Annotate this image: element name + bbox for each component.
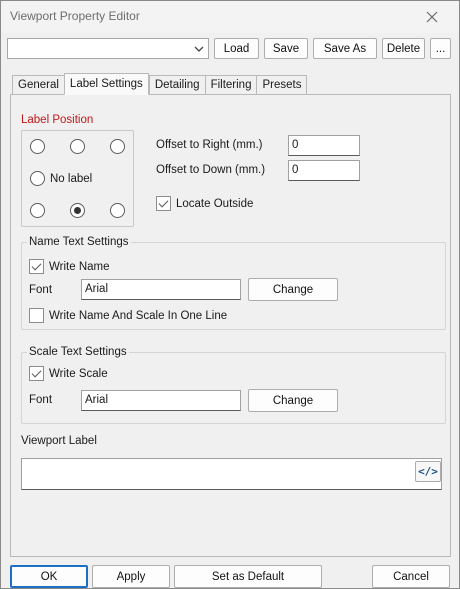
viewport-label-title: Viewport Label — [21, 435, 97, 447]
position-no-label-radio[interactable] — [30, 171, 45, 186]
tab-presets[interactable]: Presets — [256, 75, 308, 95]
tab-label-settings[interactable]: Label Settings — [63, 73, 149, 95]
tab-detailing[interactable]: Detailing — [148, 75, 205, 95]
chevron-down-icon — [194, 46, 204, 52]
close-icon — [426, 11, 438, 23]
apply-button[interactable]: Apply — [92, 565, 170, 588]
scale-font-label: Font — [29, 394, 53, 406]
scale-text-title: Scale Text Settings — [27, 346, 129, 358]
write-scale-checkbox[interactable] — [29, 366, 44, 381]
scale-font-change-button[interactable]: Change — [248, 389, 338, 412]
close-button[interactable] — [413, 4, 451, 30]
delete-button[interactable]: Delete — [382, 38, 425, 59]
name-text-title: Name Text Settings — [27, 236, 131, 248]
title-bar: Viewport Property Editor — [1, 1, 459, 33]
cancel-button[interactable]: Cancel — [372, 565, 450, 588]
position-bottom-left-radio[interactable] — [30, 203, 45, 218]
preset-dropdown[interactable] — [7, 38, 209, 59]
position-top-left-radio[interactable] — [30, 139, 45, 154]
one-line-label: Write Name And Scale In One Line — [49, 310, 228, 322]
scale-text-group — [21, 352, 446, 424]
position-top-center-radio[interactable] — [70, 139, 85, 154]
name-font-label: Font — [29, 284, 53, 296]
position-bottom-center-radio[interactable] — [70, 203, 85, 218]
load-button[interactable]: Load — [214, 38, 259, 59]
offset-right-label: Offset to Right (mm.) — [156, 139, 263, 151]
offset-down-input[interactable]: 0 — [288, 160, 360, 181]
offset-right-input[interactable]: 0 — [288, 135, 360, 156]
ok-button[interactable]: OK — [10, 565, 88, 588]
locate-outside-label: Locate Outside — [176, 198, 254, 210]
window-title: Viewport Property Editor — [10, 9, 140, 23]
offset-down-label: Offset to Down (mm.) — [156, 164, 266, 176]
write-scale-label: Write Scale — [49, 368, 108, 380]
save-button[interactable]: Save — [264, 38, 308, 59]
tab-general[interactable]: General — [12, 75, 64, 95]
scale-font-input[interactable]: Arial — [81, 390, 241, 411]
tab-filtering[interactable]: Filtering — [204, 75, 257, 95]
locate-outside-checkbox[interactable] — [156, 196, 171, 211]
position-top-right-radio[interactable] — [110, 139, 125, 154]
name-font-change-button[interactable]: Change — [248, 278, 338, 301]
dialog-window: Viewport Property Editor Load Save Save … — [0, 0, 460, 589]
write-name-checkbox[interactable] — [29, 259, 44, 274]
one-line-checkbox[interactable] — [29, 308, 44, 323]
set-as-default-button[interactable]: Set as Default — [174, 565, 322, 588]
save-as-button[interactable]: Save As — [313, 38, 377, 59]
write-name-label: Write Name — [49, 261, 110, 273]
viewport-label-input[interactable] — [21, 458, 442, 490]
code-icon: </> — [418, 465, 438, 478]
more-button[interactable]: ... — [430, 38, 451, 59]
code-insert-button[interactable]: </> — [415, 461, 441, 482]
name-font-input[interactable]: Arial — [81, 279, 241, 300]
position-bottom-right-radio[interactable] — [110, 203, 125, 218]
no-label-text: No label — [50, 173, 93, 185]
label-position-title: Label Position — [21, 114, 94, 126]
tab-strip: General Label Settings Detailing Filteri… — [12, 73, 308, 95]
